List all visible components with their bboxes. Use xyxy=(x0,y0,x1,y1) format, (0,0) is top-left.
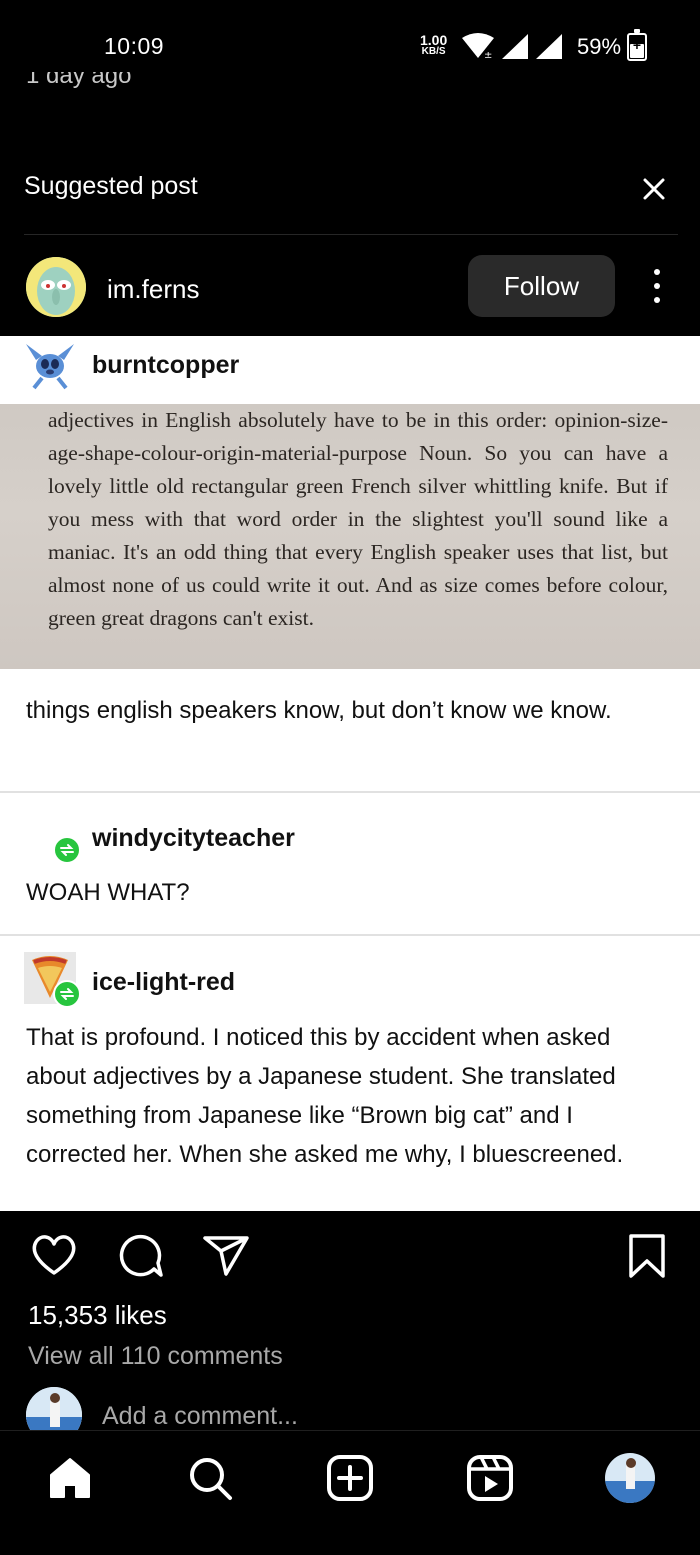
add-comment-input[interactable]: Add a comment... xyxy=(102,1402,298,1431)
follow-button[interactable]: Follow xyxy=(468,255,615,317)
post-username[interactable]: im.ferns xyxy=(107,274,199,305)
bottom-nav xyxy=(0,1430,700,1555)
reels-icon[interactable] xyxy=(465,1453,515,1503)
reblog-icon xyxy=(53,980,81,1008)
tumblr-op-username: burntcopper xyxy=(92,351,240,379)
divider xyxy=(0,791,700,793)
reblog-icon xyxy=(53,836,81,864)
likes-count[interactable]: 15,353 likes xyxy=(28,1300,167,1331)
home-icon[interactable] xyxy=(45,1453,95,1503)
close-icon[interactable] xyxy=(640,175,668,203)
battery-icon: + xyxy=(627,29,647,61)
divider xyxy=(24,234,678,235)
comment-icon[interactable] xyxy=(116,1233,164,1279)
divider xyxy=(0,934,700,936)
more-vertical-icon[interactable] xyxy=(646,266,668,306)
post-image: burntcopper adjectives in English absolu… xyxy=(0,336,700,1211)
avatar[interactable] xyxy=(26,257,86,317)
book-excerpt-text: adjectives in English absolutely have to… xyxy=(48,408,668,630)
reply-1-text: WOAH WHAT? xyxy=(26,879,190,906)
cell-signal-2-icon xyxy=(536,34,562,59)
tumblr-op-caption: things english speakers know, but don’t … xyxy=(26,697,612,724)
bookmark-icon[interactable] xyxy=(628,1233,666,1279)
send-icon[interactable] xyxy=(202,1235,250,1277)
book-excerpt-photo: adjectives in English absolutely have to… xyxy=(0,404,700,669)
search-icon[interactable] xyxy=(185,1453,235,1503)
view-comments-link[interactable]: View all 110 comments xyxy=(28,1342,283,1371)
signal-icons: ± xyxy=(460,30,564,62)
squidward-avatar-image xyxy=(26,257,86,317)
reply-2-username: ice-light-red xyxy=(92,968,236,996)
post-actions: 15,353 likes View all 110 comments Add a… xyxy=(0,1211,700,1443)
status-time: 10:09 xyxy=(104,33,165,59)
suggested-post-label: Suggested post xyxy=(24,172,198,200)
svg-text:±: ± xyxy=(484,50,492,60)
cell-signal-1-icon xyxy=(502,34,528,59)
battery-percent: 59% xyxy=(577,34,622,59)
profile-avatar[interactable] xyxy=(605,1453,655,1503)
profile-photo xyxy=(605,1453,655,1503)
reply-2-text: That is profound. I noticed this by acci… xyxy=(26,1024,624,1168)
reply-1-username: windycityteacher xyxy=(92,824,295,852)
stitch-avatar-icon xyxy=(26,344,74,390)
heart-icon[interactable] xyxy=(30,1233,78,1277)
status-bar: 10:09 1.00 KB/S ± 59% + xyxy=(0,0,700,72)
network-speed: 1.00 KB/S xyxy=(420,33,447,57)
plus-square-icon[interactable] xyxy=(325,1453,375,1503)
wifi-icon: ± xyxy=(462,33,494,60)
network-speed-unit: KB/S xyxy=(421,46,446,57)
